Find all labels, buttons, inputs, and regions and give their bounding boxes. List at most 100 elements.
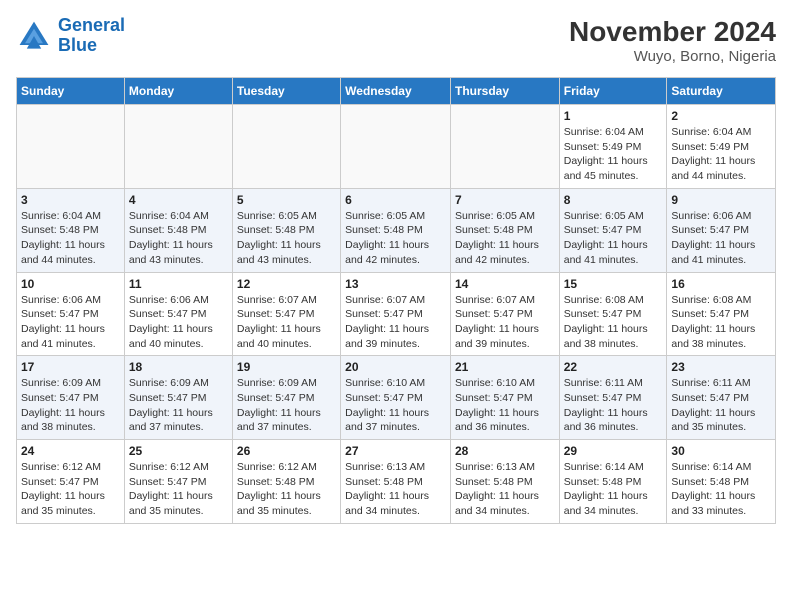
col-header-sunday: Sunday (17, 78, 125, 105)
day-info: Sunrise: 6:04 AM Sunset: 5:48 PM Dayligh… (129, 209, 228, 268)
day-info: Sunrise: 6:11 AM Sunset: 5:47 PM Dayligh… (671, 376, 771, 435)
page-title: November 2024 (569, 16, 776, 48)
day-number: 7 (455, 193, 555, 207)
page-header: General Blue November 2024 Wuyo, Borno, … (16, 16, 776, 65)
calendar-cell: 22 Sunrise: 6:11 AM Sunset: 5:47 PM Dayli… (559, 356, 667, 440)
calendar-cell: 27Sunrise: 6:13 AM Sunset: 5:48 PM Dayli… (341, 440, 451, 524)
day-info: Sunrise: 6:05 AM Sunset: 5:48 PM Dayligh… (237, 209, 336, 268)
day-info: Sunrise: 6:05 AM Sunset: 5:47 PM Dayligh… (564, 209, 663, 268)
col-header-wednesday: Wednesday (341, 78, 451, 105)
day-info: Sunrise: 6:04 AM Sunset: 5:49 PM Dayligh… (671, 125, 771, 184)
day-info: Sunrise: 6:12 AM Sunset: 5:47 PM Dayligh… (21, 460, 120, 519)
day-number: 29 (564, 444, 663, 458)
day-number: 19 (237, 360, 336, 374)
calendar-cell: 4 Sunrise: 6:04 AM Sunset: 5:48 PM Daylig… (124, 188, 232, 272)
day-number: 10 (21, 277, 120, 291)
col-header-thursday: Thursday (450, 78, 559, 105)
day-number: 20 (345, 360, 446, 374)
calendar-cell: 15Sunrise: 6:08 AM Sunset: 5:47 PM Dayli… (559, 272, 667, 356)
calendar-header-row: SundayMondayTuesdayWednesdayThursdayFrid… (17, 78, 776, 105)
day-number: 26 (237, 444, 336, 458)
calendar-cell: 7 Sunrise: 6:05 AM Sunset: 5:48 PM Daylig… (450, 188, 559, 272)
calendar-cell: 30 Sunrise: 6:14 AM Sunset: 5:48 PM Dayli… (667, 440, 776, 524)
day-info: Sunrise: 6:07 AM Sunset: 5:47 PM Dayligh… (345, 293, 446, 352)
calendar-cell: 6Sunrise: 6:05 AM Sunset: 5:48 PM Daylig… (341, 188, 451, 272)
day-number: 30 (671, 444, 771, 458)
day-number: 4 (129, 193, 228, 207)
calendar-cell: 12 Sunrise: 6:07 AM Sunset: 5:47 PM Dayli… (232, 272, 340, 356)
col-header-saturday: Saturday (667, 78, 776, 105)
calendar-cell: 21 Sunrise: 6:10 AM Sunset: 5:47 PM Dayli… (450, 356, 559, 440)
calendar-cell: 18 Sunrise: 6:09 AM Sunset: 5:47 PM Dayli… (124, 356, 232, 440)
day-number: 2 (671, 109, 771, 123)
calendar-cell: 23 Sunrise: 6:11 AM Sunset: 5:47 PM Dayli… (667, 356, 776, 440)
logo-text: General Blue (58, 16, 125, 56)
day-info: Sunrise: 6:09 AM Sunset: 5:47 PM Dayligh… (21, 376, 120, 435)
logo: General Blue (16, 16, 125, 56)
day-info: Sunrise: 6:13 AM Sunset: 5:48 PM Dayligh… (455, 460, 555, 519)
day-info: Sunrise: 6:07 AM Sunset: 5:47 PM Dayligh… (455, 293, 555, 352)
logo-icon (16, 18, 52, 54)
col-header-tuesday: Tuesday (232, 78, 340, 105)
calendar-cell: 11 Sunrise: 6:06 AM Sunset: 5:47 PM Dayli… (124, 272, 232, 356)
calendar-week-row: 10 Sunrise: 6:06 AM Sunset: 5:47 PM Dayli… (17, 272, 776, 356)
calendar-cell: 20 Sunrise: 6:10 AM Sunset: 5:47 PM Dayli… (341, 356, 451, 440)
day-info: Sunrise: 6:14 AM Sunset: 5:48 PM Dayligh… (564, 460, 663, 519)
day-info: Sunrise: 6:06 AM Sunset: 5:47 PM Dayligh… (129, 293, 228, 352)
day-number: 6 (345, 193, 446, 207)
title-block: November 2024 Wuyo, Borno, Nigeria (569, 16, 776, 65)
day-number: 11 (129, 277, 228, 291)
calendar-cell: 29 Sunrise: 6:14 AM Sunset: 5:48 PM Dayli… (559, 440, 667, 524)
calendar-cell: 13Sunrise: 6:07 AM Sunset: 5:47 PM Dayli… (341, 272, 451, 356)
calendar-week-row: 17 Sunrise: 6:09 AM Sunset: 5:47 PM Dayli… (17, 356, 776, 440)
calendar-cell (17, 105, 125, 189)
day-number: 1 (564, 109, 663, 123)
calendar-cell (341, 105, 451, 189)
calendar-week-row: 24Sunrise: 6:12 AM Sunset: 5:47 PM Dayli… (17, 440, 776, 524)
day-info: Sunrise: 6:04 AM Sunset: 5:49 PM Dayligh… (564, 125, 663, 184)
day-info: Sunrise: 6:10 AM Sunset: 5:47 PM Dayligh… (345, 376, 446, 435)
calendar-cell: 26 Sunrise: 6:12 AM Sunset: 5:48 PM Dayli… (232, 440, 340, 524)
day-number: 28 (455, 444, 555, 458)
calendar-cell: 3 Sunrise: 6:04 AM Sunset: 5:48 PM Daylig… (17, 188, 125, 272)
calendar-cell (124, 105, 232, 189)
calendar-cell: 25Sunrise: 6:12 AM Sunset: 5:47 PM Dayli… (124, 440, 232, 524)
day-info: Sunrise: 6:10 AM Sunset: 5:47 PM Dayligh… (455, 376, 555, 435)
calendar-week-row: 3 Sunrise: 6:04 AM Sunset: 5:48 PM Daylig… (17, 188, 776, 272)
calendar-cell: 1 Sunrise: 6:04 AM Sunset: 5:49 PM Daylig… (559, 105, 667, 189)
day-number: 23 (671, 360, 771, 374)
day-info: Sunrise: 6:07 AM Sunset: 5:47 PM Dayligh… (237, 293, 336, 352)
day-info: Sunrise: 6:08 AM Sunset: 5:47 PM Dayligh… (671, 293, 771, 352)
day-number: 21 (455, 360, 555, 374)
day-number: 18 (129, 360, 228, 374)
page-subtitle: Wuyo, Borno, Nigeria (569, 48, 776, 65)
day-number: 27 (345, 444, 446, 458)
day-info: Sunrise: 6:05 AM Sunset: 5:48 PM Dayligh… (455, 209, 555, 268)
day-number: 8 (564, 193, 663, 207)
calendar-cell: 17 Sunrise: 6:09 AM Sunset: 5:47 PM Dayli… (17, 356, 125, 440)
day-info: Sunrise: 6:11 AM Sunset: 5:47 PM Dayligh… (564, 376, 663, 435)
calendar-table: SundayMondayTuesdayWednesdayThursdayFrid… (16, 77, 776, 524)
day-info: Sunrise: 6:09 AM Sunset: 5:47 PM Dayligh… (237, 376, 336, 435)
day-number: 3 (21, 193, 120, 207)
calendar-week-row: 1 Sunrise: 6:04 AM Sunset: 5:49 PM Daylig… (17, 105, 776, 189)
day-info: Sunrise: 6:04 AM Sunset: 5:48 PM Dayligh… (21, 209, 120, 268)
day-number: 9 (671, 193, 771, 207)
col-header-friday: Friday (559, 78, 667, 105)
calendar-cell: 28 Sunrise: 6:13 AM Sunset: 5:48 PM Dayli… (450, 440, 559, 524)
day-number: 12 (237, 277, 336, 291)
col-header-monday: Monday (124, 78, 232, 105)
calendar-cell: 14Sunrise: 6:07 AM Sunset: 5:47 PM Dayli… (450, 272, 559, 356)
day-info: Sunrise: 6:06 AM Sunset: 5:47 PM Dayligh… (21, 293, 120, 352)
day-number: 5 (237, 193, 336, 207)
day-info: Sunrise: 6:09 AM Sunset: 5:47 PM Dayligh… (129, 376, 228, 435)
day-number: 22 (564, 360, 663, 374)
calendar-cell: 24Sunrise: 6:12 AM Sunset: 5:47 PM Dayli… (17, 440, 125, 524)
calendar-cell: 10 Sunrise: 6:06 AM Sunset: 5:47 PM Dayli… (17, 272, 125, 356)
day-info: Sunrise: 6:12 AM Sunset: 5:48 PM Dayligh… (237, 460, 336, 519)
day-info: Sunrise: 6:14 AM Sunset: 5:48 PM Dayligh… (671, 460, 771, 519)
day-number: 17 (21, 360, 120, 374)
calendar-cell (232, 105, 340, 189)
day-info: Sunrise: 6:06 AM Sunset: 5:47 PM Dayligh… (671, 209, 771, 268)
calendar-cell: 9 Sunrise: 6:06 AM Sunset: 5:47 PM Daylig… (667, 188, 776, 272)
